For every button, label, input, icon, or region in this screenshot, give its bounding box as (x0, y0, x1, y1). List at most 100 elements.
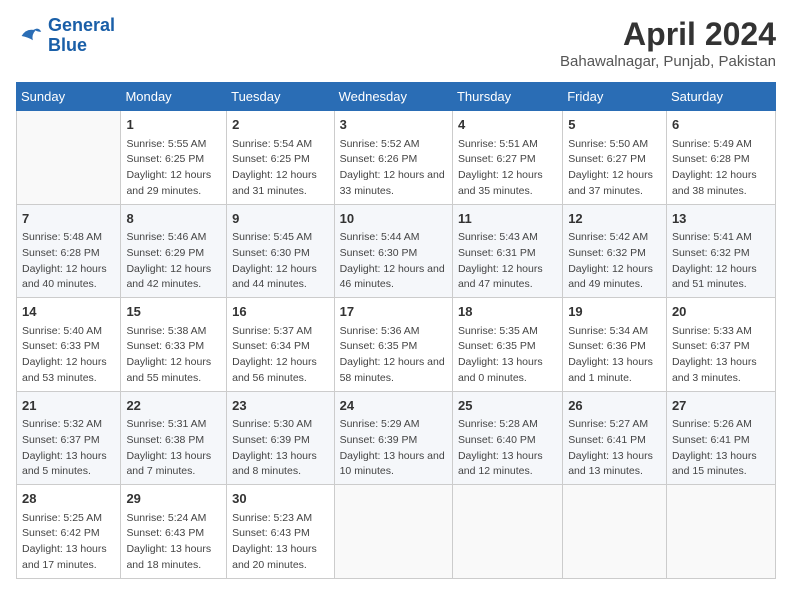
calendar-cell: 29Sunrise: 5:24 AMSunset: 6:43 PMDayligh… (121, 485, 227, 579)
day-info: Sunrise: 5:41 AMSunset: 6:32 PMDaylight:… (672, 230, 770, 293)
calendar-cell: 30Sunrise: 5:23 AMSunset: 6:43 PMDayligh… (227, 485, 334, 579)
day-number: 3 (340, 115, 447, 135)
logo: General Blue (16, 16, 115, 56)
day-info: Sunrise: 5:36 AMSunset: 6:35 PMDaylight:… (340, 324, 447, 387)
day-number: 30 (232, 489, 328, 509)
calendar-cell: 5Sunrise: 5:50 AMSunset: 6:27 PMDaylight… (563, 111, 667, 205)
calendar-week-row: 7Sunrise: 5:48 AMSunset: 6:28 PMDaylight… (17, 204, 776, 298)
day-info: Sunrise: 5:28 AMSunset: 6:40 PMDaylight:… (458, 417, 557, 480)
day-info: Sunrise: 5:54 AMSunset: 6:25 PMDaylight:… (232, 137, 328, 200)
calendar-cell (17, 111, 121, 205)
month-title: April 2024 (560, 16, 776, 53)
calendar-cell: 28Sunrise: 5:25 AMSunset: 6:42 PMDayligh… (17, 485, 121, 579)
calendar-cell: 6Sunrise: 5:49 AMSunset: 6:28 PMDaylight… (666, 111, 775, 205)
day-number: 4 (458, 115, 557, 135)
weekday-header-row: SundayMondayTuesdayWednesdayThursdayFrid… (17, 83, 776, 111)
day-info: Sunrise: 5:43 AMSunset: 6:31 PMDaylight:… (458, 230, 557, 293)
day-number: 11 (458, 209, 557, 229)
calendar-cell (563, 485, 667, 579)
day-number: 7 (22, 209, 115, 229)
day-number: 14 (22, 302, 115, 322)
calendar-cell (334, 485, 452, 579)
weekday-header: Wednesday (334, 83, 452, 111)
day-number: 29 (126, 489, 221, 509)
day-info: Sunrise: 5:37 AMSunset: 6:34 PMDaylight:… (232, 324, 328, 387)
day-number: 12 (568, 209, 661, 229)
day-number: 2 (232, 115, 328, 135)
calendar-cell: 15Sunrise: 5:38 AMSunset: 6:33 PMDayligh… (121, 298, 227, 392)
calendar-cell: 7Sunrise: 5:48 AMSunset: 6:28 PMDaylight… (17, 204, 121, 298)
day-number: 1 (126, 115, 221, 135)
day-number: 21 (22, 396, 115, 416)
day-number: 22 (126, 396, 221, 416)
day-info: Sunrise: 5:48 AMSunset: 6:28 PMDaylight:… (22, 230, 115, 293)
day-number: 6 (672, 115, 770, 135)
weekday-header: Friday (563, 83, 667, 111)
day-number: 27 (672, 396, 770, 416)
day-info: Sunrise: 5:40 AMSunset: 6:33 PMDaylight:… (22, 324, 115, 387)
day-number: 8 (126, 209, 221, 229)
day-number: 18 (458, 302, 557, 322)
calendar-week-row: 28Sunrise: 5:25 AMSunset: 6:42 PMDayligh… (17, 485, 776, 579)
calendar-cell: 25Sunrise: 5:28 AMSunset: 6:40 PMDayligh… (452, 391, 562, 485)
day-number: 20 (672, 302, 770, 322)
page-header: General Blue April 2024 Bahawalnagar, Pu… (16, 16, 776, 70)
calendar-cell: 14Sunrise: 5:40 AMSunset: 6:33 PMDayligh… (17, 298, 121, 392)
title-block: April 2024 Bahawalnagar, Punjab, Pakista… (560, 16, 776, 70)
calendar-cell: 22Sunrise: 5:31 AMSunset: 6:38 PMDayligh… (121, 391, 227, 485)
day-info: Sunrise: 5:46 AMSunset: 6:29 PMDaylight:… (126, 230, 221, 293)
day-number: 24 (340, 396, 447, 416)
day-info: Sunrise: 5:27 AMSunset: 6:41 PMDaylight:… (568, 417, 661, 480)
calendar-cell: 13Sunrise: 5:41 AMSunset: 6:32 PMDayligh… (666, 204, 775, 298)
calendar-cell (666, 485, 775, 579)
day-number: 5 (568, 115, 661, 135)
day-info: Sunrise: 5:35 AMSunset: 6:35 PMDaylight:… (458, 324, 557, 387)
calendar-cell: 3Sunrise: 5:52 AMSunset: 6:26 PMDaylight… (334, 111, 452, 205)
calendar-cell: 24Sunrise: 5:29 AMSunset: 6:39 PMDayligh… (334, 391, 452, 485)
day-info: Sunrise: 5:25 AMSunset: 6:42 PMDaylight:… (22, 511, 115, 574)
day-number: 23 (232, 396, 328, 416)
calendar-week-row: 21Sunrise: 5:32 AMSunset: 6:37 PMDayligh… (17, 391, 776, 485)
day-number: 25 (458, 396, 557, 416)
calendar-cell (452, 485, 562, 579)
day-info: Sunrise: 5:49 AMSunset: 6:28 PMDaylight:… (672, 137, 770, 200)
weekday-header: Monday (121, 83, 227, 111)
weekday-header: Tuesday (227, 83, 334, 111)
day-number: 13 (672, 209, 770, 229)
calendar-cell: 12Sunrise: 5:42 AMSunset: 6:32 PMDayligh… (563, 204, 667, 298)
day-number: 26 (568, 396, 661, 416)
day-info: Sunrise: 5:45 AMSunset: 6:30 PMDaylight:… (232, 230, 328, 293)
calendar-cell: 11Sunrise: 5:43 AMSunset: 6:31 PMDayligh… (452, 204, 562, 298)
calendar-cell: 16Sunrise: 5:37 AMSunset: 6:34 PMDayligh… (227, 298, 334, 392)
logo-text: General Blue (48, 16, 115, 56)
calendar-cell: 20Sunrise: 5:33 AMSunset: 6:37 PMDayligh… (666, 298, 775, 392)
logo-icon (16, 22, 44, 50)
calendar-cell: 10Sunrise: 5:44 AMSunset: 6:30 PMDayligh… (334, 204, 452, 298)
day-info: Sunrise: 5:44 AMSunset: 6:30 PMDaylight:… (340, 230, 447, 293)
calendar-cell: 26Sunrise: 5:27 AMSunset: 6:41 PMDayligh… (563, 391, 667, 485)
calendar-cell: 17Sunrise: 5:36 AMSunset: 6:35 PMDayligh… (334, 298, 452, 392)
day-info: Sunrise: 5:31 AMSunset: 6:38 PMDaylight:… (126, 417, 221, 480)
calendar-cell: 19Sunrise: 5:34 AMSunset: 6:36 PMDayligh… (563, 298, 667, 392)
calendar-week-row: 14Sunrise: 5:40 AMSunset: 6:33 PMDayligh… (17, 298, 776, 392)
day-info: Sunrise: 5:52 AMSunset: 6:26 PMDaylight:… (340, 137, 447, 200)
calendar-cell: 18Sunrise: 5:35 AMSunset: 6:35 PMDayligh… (452, 298, 562, 392)
day-number: 10 (340, 209, 447, 229)
day-info: Sunrise: 5:55 AMSunset: 6:25 PMDaylight:… (126, 137, 221, 200)
day-info: Sunrise: 5:23 AMSunset: 6:43 PMDaylight:… (232, 511, 328, 574)
calendar-cell: 27Sunrise: 5:26 AMSunset: 6:41 PMDayligh… (666, 391, 775, 485)
day-info: Sunrise: 5:24 AMSunset: 6:43 PMDaylight:… (126, 511, 221, 574)
weekday-header: Saturday (666, 83, 775, 111)
day-info: Sunrise: 5:42 AMSunset: 6:32 PMDaylight:… (568, 230, 661, 293)
calendar-week-row: 1Sunrise: 5:55 AMSunset: 6:25 PMDaylight… (17, 111, 776, 205)
day-info: Sunrise: 5:51 AMSunset: 6:27 PMDaylight:… (458, 137, 557, 200)
day-info: Sunrise: 5:34 AMSunset: 6:36 PMDaylight:… (568, 324, 661, 387)
day-info: Sunrise: 5:30 AMSunset: 6:39 PMDaylight:… (232, 417, 328, 480)
weekday-header: Thursday (452, 83, 562, 111)
location: Bahawalnagar, Punjab, Pakistan (560, 53, 776, 70)
day-info: Sunrise: 5:26 AMSunset: 6:41 PMDaylight:… (672, 417, 770, 480)
day-info: Sunrise: 5:33 AMSunset: 6:37 PMDaylight:… (672, 324, 770, 387)
day-number: 19 (568, 302, 661, 322)
calendar-cell: 23Sunrise: 5:30 AMSunset: 6:39 PMDayligh… (227, 391, 334, 485)
day-info: Sunrise: 5:38 AMSunset: 6:33 PMDaylight:… (126, 324, 221, 387)
